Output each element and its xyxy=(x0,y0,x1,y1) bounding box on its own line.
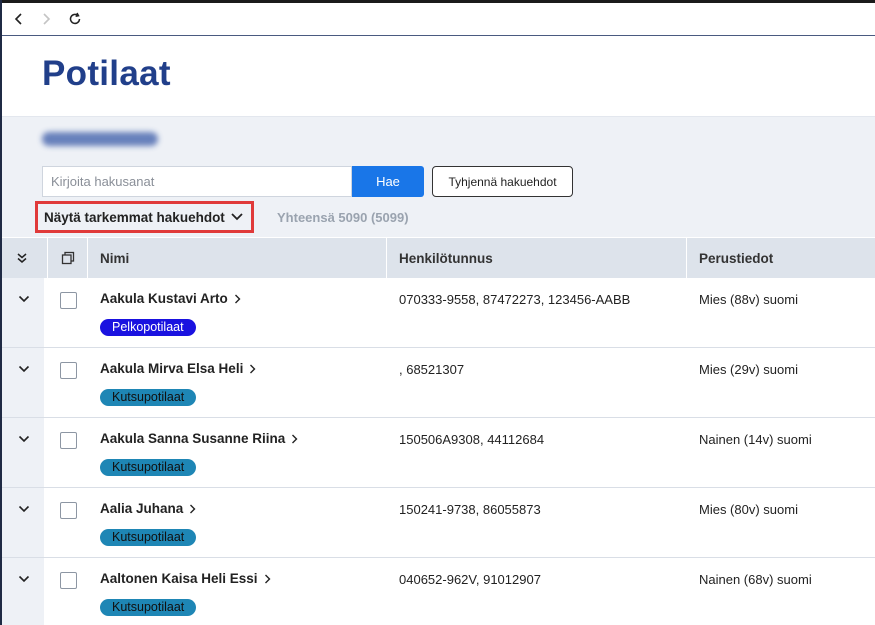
column-header-basic-info[interactable]: Perustiedot xyxy=(699,238,773,278)
forward-button[interactable] xyxy=(35,8,57,30)
patient-group-badge: Kutsupotilaat xyxy=(100,599,197,616)
expand-all-button[interactable] xyxy=(16,238,28,278)
column-divider xyxy=(47,238,48,278)
select-all-button[interactable] xyxy=(61,238,75,278)
table-row[interactable]: Aaltonen Kaisa Heli Essi Kutsupotilaat 0… xyxy=(2,558,875,625)
column-header-hetu[interactable]: Henkilötunnus xyxy=(399,238,493,278)
app-window: Potilaat Hae Tyhjennä hakuehdot Näytä ta… xyxy=(0,0,875,625)
search-button[interactable]: Hae xyxy=(352,166,424,197)
patient-name: Aakula Kustavi Arto xyxy=(100,291,228,306)
browser-toolbar xyxy=(2,3,875,36)
column-divider xyxy=(686,238,687,278)
patient-name-link[interactable]: Aakula Sanna Susanne Riina xyxy=(100,431,298,446)
chevron-right-icon xyxy=(264,574,271,583)
patient-group-badge: Kutsupotilaat xyxy=(100,459,197,476)
search-panel: Hae Tyhjennä hakuehdot Näytä tarkemmat h… xyxy=(2,117,875,237)
table-header: Nimi Henkilötunnus Perustiedot xyxy=(2,238,875,278)
row-expand-strip xyxy=(2,488,44,557)
row-checkbox[interactable] xyxy=(60,572,77,589)
row-checkbox[interactable] xyxy=(60,292,77,309)
patient-name: Aalia Juhana xyxy=(100,501,184,516)
row-checkbox[interactable] xyxy=(60,502,77,519)
blurred-link[interactable] xyxy=(42,132,158,146)
back-button[interactable] xyxy=(8,8,30,30)
patient-name-link[interactable]: Aakula Kustavi Arto xyxy=(100,291,241,306)
patient-id-cell: , 68521307 xyxy=(399,362,465,377)
patient-id-cell: 150506A9308, 44112684 xyxy=(399,432,545,447)
patient-group-badge: Pelkopotilaat xyxy=(100,319,196,336)
copy-select-icon xyxy=(61,251,75,265)
page-title: Potilaat xyxy=(42,54,171,93)
chevron-right-icon xyxy=(292,434,298,443)
reload-icon xyxy=(69,12,81,25)
chevron-down-icon[interactable] xyxy=(16,501,32,517)
patient-basic-info-cell: Mies (80v) suomi xyxy=(699,502,798,517)
chevron-down-icon[interactable] xyxy=(16,571,32,587)
result-count: Yhteensä 5090 (5099) xyxy=(277,210,409,225)
column-divider xyxy=(386,238,387,278)
patient-id-cell: 070333-9558, 87472273, 123456-AABB xyxy=(399,292,631,307)
patient-name: Aakula Sanna Susanne Riina xyxy=(100,431,286,446)
chevron-left-icon xyxy=(14,13,22,25)
patient-basic-info-cell: Nainen (14v) suomi xyxy=(699,432,812,447)
row-checkbox[interactable] xyxy=(60,362,77,379)
table-row[interactable]: Aalia Juhana Kutsupotilaat 150241-9738, … xyxy=(2,488,875,558)
patient-basic-info-cell: Nainen (68v) suomi xyxy=(699,572,812,587)
chevron-right-icon xyxy=(250,364,256,373)
reload-button[interactable] xyxy=(64,8,86,30)
patient-name-link[interactable]: Aalia Juhana xyxy=(100,501,196,516)
clear-filters-button[interactable]: Tyhjennä hakuehdot xyxy=(432,166,573,197)
row-expand-strip xyxy=(2,418,44,487)
patient-basic-info-cell: Mies (88v) suomi xyxy=(699,292,798,307)
chevron-down-icon[interactable] xyxy=(16,361,32,377)
table-row[interactable]: Aakula Sanna Susanne Riina Kutsupotilaat… xyxy=(2,418,875,488)
table-row[interactable]: Aakula Mirva Elsa Heli Kutsupotilaat , 6… xyxy=(2,348,875,418)
page-header: Potilaat xyxy=(2,36,875,117)
chevron-down-icon xyxy=(231,213,243,221)
patient-name: Aakula Mirva Elsa Heli xyxy=(100,361,244,376)
patient-basic-info-cell: Mies (29v) suomi xyxy=(699,362,798,377)
row-checkbox[interactable] xyxy=(60,432,77,449)
chevron-right-icon xyxy=(234,294,241,303)
search-input[interactable] xyxy=(42,166,352,197)
double-chevron-down-icon xyxy=(17,253,27,263)
chevron-right-icon xyxy=(43,13,51,25)
patient-name-link[interactable]: Aaltonen Kaisa Heli Essi xyxy=(100,571,271,586)
row-expand-strip xyxy=(2,278,44,347)
patient-table-body: Aakula Kustavi Arto Pelkopotilaat 070333… xyxy=(2,278,875,625)
advanced-search-toggle[interactable]: Näytä tarkemmat hakuehdot xyxy=(35,201,254,233)
row-expand-strip xyxy=(2,558,44,625)
chevron-down-icon[interactable] xyxy=(16,431,32,447)
advanced-search-label: Näytä tarkemmat hakuehdot xyxy=(44,209,225,225)
chevron-right-icon xyxy=(190,504,196,513)
table-row[interactable]: Aakula Kustavi Arto Pelkopotilaat 070333… xyxy=(2,278,875,348)
chevron-down-icon[interactable] xyxy=(16,291,32,307)
patient-name-link[interactable]: Aakula Mirva Elsa Heli xyxy=(100,361,256,376)
column-divider xyxy=(87,238,88,278)
patient-name: Aaltonen Kaisa Heli Essi xyxy=(100,571,258,586)
patient-group-badge: Kutsupotilaat xyxy=(100,529,197,546)
row-expand-strip xyxy=(2,348,44,417)
patient-group-badge: Kutsupotilaat xyxy=(100,389,197,406)
patient-id-cell: 040652-962V, 91012907 xyxy=(399,572,541,587)
column-header-name[interactable]: Nimi xyxy=(100,238,129,278)
patient-id-cell: 150241-9738, 86055873 xyxy=(399,502,541,517)
